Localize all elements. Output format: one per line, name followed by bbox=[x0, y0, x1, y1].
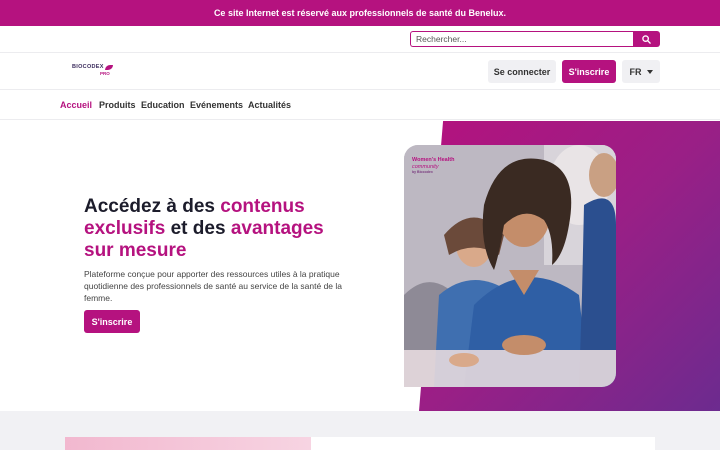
info-banner: Ce site Internet est réservé aux profess… bbox=[0, 0, 720, 26]
nav-item-actualites[interactable]: Actualités bbox=[248, 100, 291, 110]
hero-title-part1: Accédez à des bbox=[84, 196, 221, 217]
language-value: FR bbox=[629, 66, 642, 77]
badge-subtitle: community bbox=[412, 163, 439, 170]
hero-title-part2: et des bbox=[165, 218, 231, 239]
search-input[interactable] bbox=[410, 31, 634, 47]
logo-sub: PRO bbox=[100, 71, 110, 76]
badge-title: Women's Health bbox=[412, 157, 455, 163]
search-bar bbox=[0, 26, 720, 53]
signup-button-header[interactable]: S'inscrire bbox=[562, 60, 616, 83]
nav-item-produits[interactable]: Produits bbox=[99, 100, 136, 110]
hero-title: Accédez à des contenus exclusifs et des … bbox=[84, 196, 344, 262]
chevron-down-icon bbox=[646, 69, 653, 74]
nav-item-accueil[interactable]: Accueil bbox=[60, 100, 92, 110]
nav-item-evenements[interactable]: Evénements bbox=[190, 100, 243, 110]
search-button[interactable] bbox=[633, 31, 660, 47]
content-card-image bbox=[65, 437, 311, 450]
login-button[interactable]: Se connecter bbox=[488, 60, 556, 83]
nav-item-education[interactable]: Education bbox=[141, 100, 185, 110]
hero-description: Plateforme conçue pour apporter des ress… bbox=[84, 269, 343, 303]
signup-button-hero[interactable]: S'inscrire bbox=[84, 310, 140, 333]
language-selector[interactable]: FR bbox=[622, 60, 660, 83]
hero-image: Women's Health community by Biocodex bbox=[404, 145, 616, 387]
lower-section bbox=[0, 411, 720, 450]
logo-text: BIOCODEX bbox=[72, 64, 104, 70]
search-icon bbox=[642, 34, 651, 44]
info-banner-text: Ce site Internet est réservé aux profess… bbox=[213, 8, 507, 18]
womens-health-badge: Women's Health community by Biocodex bbox=[412, 157, 454, 174]
badge-by: by Biocodex bbox=[412, 170, 433, 175]
content-card[interactable] bbox=[65, 437, 655, 450]
main-nav: Accueil Produits Education Evénements Ac… bbox=[0, 90, 720, 120]
site-header: BIOCODEX PRO Se connecter S'inscrire FR bbox=[0, 53, 720, 90]
hero-photo-illustration bbox=[404, 145, 616, 387]
biocodex-logo[interactable]: BIOCODEX PRO bbox=[72, 64, 113, 76]
logo-mark-icon bbox=[104, 64, 113, 70]
